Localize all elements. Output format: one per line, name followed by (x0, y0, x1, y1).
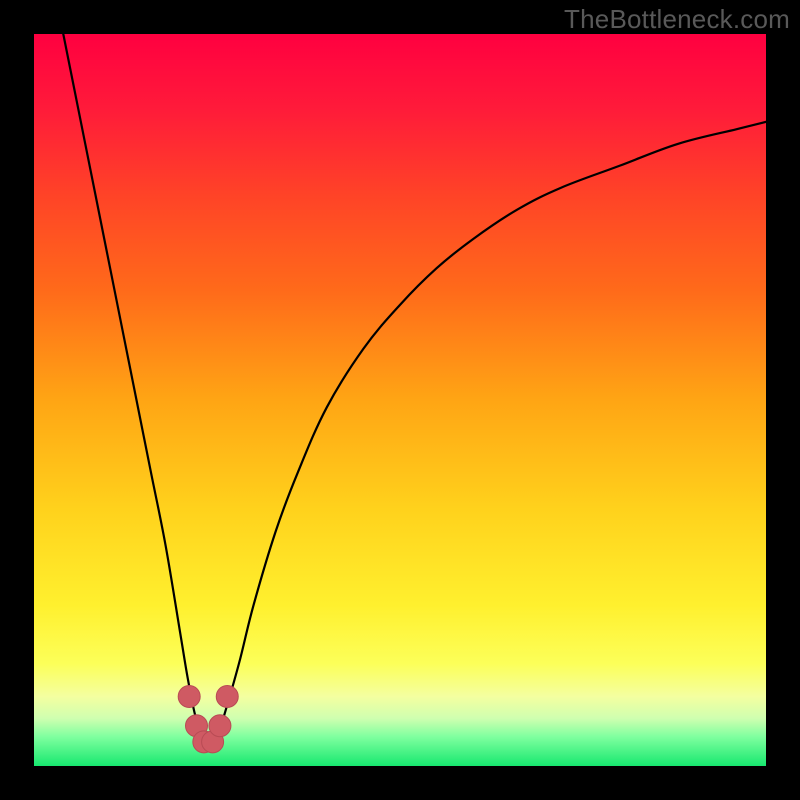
gradient-background (34, 34, 766, 766)
valley-marker (178, 685, 200, 707)
chart-frame: TheBottleneck.com (0, 0, 800, 800)
plot-area (34, 34, 766, 766)
bottleneck-chart (34, 34, 766, 766)
watermark-text: TheBottleneck.com (564, 4, 790, 35)
valley-marker (209, 715, 231, 737)
valley-marker (216, 685, 238, 707)
